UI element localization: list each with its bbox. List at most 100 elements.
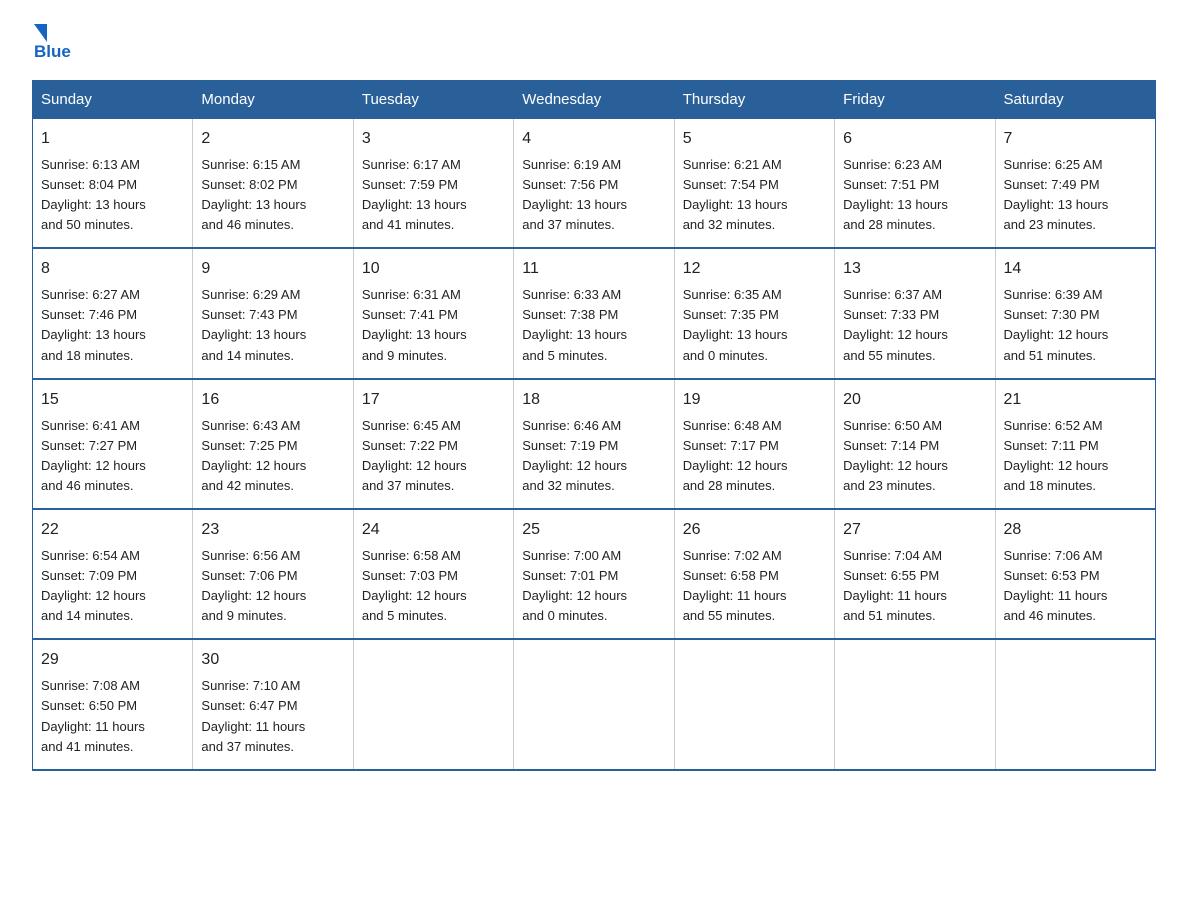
calendar-cell: 22 Sunrise: 6:54 AM Sunset: 7:09 PM Dayli… — [33, 509, 193, 639]
day-info: Sunrise: 6:50 AM Sunset: 7:14 PM Dayligh… — [843, 416, 986, 497]
calendar-cell: 14 Sunrise: 6:39 AM Sunset: 7:30 PM Dayli… — [995, 248, 1155, 378]
day-number: 11 — [522, 257, 665, 282]
day-number: 8 — [41, 257, 184, 282]
day-number: 19 — [683, 388, 826, 413]
logo-arrow-icon — [34, 24, 47, 42]
calendar-cell: 25 Sunrise: 7:00 AM Sunset: 7:01 PM Dayli… — [514, 509, 674, 639]
day-number: 16 — [201, 388, 344, 413]
calendar-cell: 20 Sunrise: 6:50 AM Sunset: 7:14 PM Dayli… — [835, 379, 995, 509]
day-number: 3 — [362, 127, 505, 152]
day-info: Sunrise: 6:43 AM Sunset: 7:25 PM Dayligh… — [201, 416, 344, 497]
calendar-cell — [835, 639, 995, 769]
day-number: 20 — [843, 388, 986, 413]
day-info: Sunrise: 7:04 AM Sunset: 6:55 PM Dayligh… — [843, 546, 986, 627]
day-info: Sunrise: 6:27 AM Sunset: 7:46 PM Dayligh… — [41, 285, 184, 366]
day-number: 30 — [201, 648, 344, 673]
day-info: Sunrise: 7:00 AM Sunset: 7:01 PM Dayligh… — [522, 546, 665, 627]
day-number: 13 — [843, 257, 986, 282]
day-info: Sunrise: 6:45 AM Sunset: 7:22 PM Dayligh… — [362, 416, 505, 497]
calendar-week-row: 1 Sunrise: 6:13 AM Sunset: 8:04 PM Daylig… — [33, 119, 1156, 249]
day-info: Sunrise: 6:48 AM Sunset: 7:17 PM Dayligh… — [683, 416, 826, 497]
day-number: 6 — [843, 127, 986, 152]
day-number: 22 — [41, 518, 184, 543]
day-info: Sunrise: 7:08 AM Sunset: 6:50 PM Dayligh… — [41, 676, 184, 757]
day-number: 24 — [362, 518, 505, 543]
day-number: 14 — [1004, 257, 1147, 282]
day-number: 9 — [201, 257, 344, 282]
day-info: Sunrise: 6:46 AM Sunset: 7:19 PM Dayligh… — [522, 416, 665, 497]
calendar-cell — [674, 639, 834, 769]
calendar-cell: 19 Sunrise: 6:48 AM Sunset: 7:17 PM Dayli… — [674, 379, 834, 509]
day-number: 12 — [683, 257, 826, 282]
day-number: 18 — [522, 388, 665, 413]
weekday-header-tuesday: Tuesday — [353, 81, 513, 119]
logo-text — [32, 24, 47, 44]
day-info: Sunrise: 6:19 AM Sunset: 7:56 PM Dayligh… — [522, 155, 665, 236]
calendar-cell: 6 Sunrise: 6:23 AM Sunset: 7:51 PM Daylig… — [835, 119, 995, 249]
day-number: 23 — [201, 518, 344, 543]
weekday-header-sunday: Sunday — [33, 81, 193, 119]
page-header: Blue — [32, 24, 1156, 62]
day-number: 15 — [41, 388, 184, 413]
weekday-header-friday: Friday — [835, 81, 995, 119]
calendar-cell: 24 Sunrise: 6:58 AM Sunset: 7:03 PM Dayli… — [353, 509, 513, 639]
calendar-table: SundayMondayTuesdayWednesdayThursdayFrid… — [32, 80, 1156, 771]
calendar-cell: 21 Sunrise: 6:52 AM Sunset: 7:11 PM Dayli… — [995, 379, 1155, 509]
calendar-cell: 30Sunrise: 7:10 AM Sunset: 6:47 PM Dayli… — [193, 639, 353, 769]
day-info: Sunrise: 6:25 AM Sunset: 7:49 PM Dayligh… — [1004, 155, 1147, 236]
day-number: 4 — [522, 127, 665, 152]
day-info: Sunrise: 6:29 AM Sunset: 7:43 PM Dayligh… — [201, 285, 344, 366]
day-info: Sunrise: 6:52 AM Sunset: 7:11 PM Dayligh… — [1004, 416, 1147, 497]
day-number: 5 — [683, 127, 826, 152]
day-info: Sunrise: 6:54 AM Sunset: 7:09 PM Dayligh… — [41, 546, 184, 627]
calendar-cell: 8 Sunrise: 6:27 AM Sunset: 7:46 PM Daylig… — [33, 248, 193, 378]
day-info: Sunrise: 6:33 AM Sunset: 7:38 PM Dayligh… — [522, 285, 665, 366]
day-number: 1 — [41, 127, 184, 152]
day-info: Sunrise: 6:13 AM Sunset: 8:04 PM Dayligh… — [41, 155, 184, 236]
logo: Blue — [32, 24, 71, 62]
calendar-cell: 16 Sunrise: 6:43 AM Sunset: 7:25 PM Dayli… — [193, 379, 353, 509]
calendar-cell: 13 Sunrise: 6:37 AM Sunset: 7:33 PM Dayli… — [835, 248, 995, 378]
calendar-cell: 26 Sunrise: 7:02 AM Sunset: 6:58 PM Dayli… — [674, 509, 834, 639]
day-info: Sunrise: 6:31 AM Sunset: 7:41 PM Dayligh… — [362, 285, 505, 366]
day-info: Sunrise: 6:39 AM Sunset: 7:30 PM Dayligh… — [1004, 285, 1147, 366]
calendar-cell: 17Sunrise: 6:45 AM Sunset: 7:22 PM Dayli… — [353, 379, 513, 509]
calendar-week-row: 29 Sunrise: 7:08 AM Sunset: 6:50 PM Dayli… — [33, 639, 1156, 769]
calendar-cell — [514, 639, 674, 769]
calendar-cell: 27 Sunrise: 7:04 AM Sunset: 6:55 PM Dayli… — [835, 509, 995, 639]
day-info: Sunrise: 6:35 AM Sunset: 7:35 PM Dayligh… — [683, 285, 826, 366]
calendar-cell: 2 Sunrise: 6:15 AM Sunset: 8:02 PM Daylig… — [193, 119, 353, 249]
calendar-cell: 12 Sunrise: 6:35 AM Sunset: 7:35 PM Dayli… — [674, 248, 834, 378]
calendar-cell: 3 Sunrise: 6:17 AM Sunset: 7:59 PM Daylig… — [353, 119, 513, 249]
day-number: 10 — [362, 257, 505, 282]
calendar-cell: 18 Sunrise: 6:46 AM Sunset: 7:19 PM Dayli… — [514, 379, 674, 509]
day-number: 21 — [1004, 388, 1147, 413]
day-number: 7 — [1004, 127, 1147, 152]
day-number: 29 — [41, 648, 184, 673]
day-info: Sunrise: 6:15 AM Sunset: 8:02 PM Dayligh… — [201, 155, 344, 236]
calendar-week-row: 8 Sunrise: 6:27 AM Sunset: 7:46 PM Daylig… — [33, 248, 1156, 378]
calendar-week-row: 22 Sunrise: 6:54 AM Sunset: 7:09 PM Dayli… — [33, 509, 1156, 639]
day-number: 2 — [201, 127, 344, 152]
calendar-cell: 1 Sunrise: 6:13 AM Sunset: 8:04 PM Daylig… — [33, 119, 193, 249]
weekday-header-thursday: Thursday — [674, 81, 834, 119]
calendar-cell: 11 Sunrise: 6:33 AM Sunset: 7:38 PM Dayli… — [514, 248, 674, 378]
day-info: Sunrise: 6:58 AM Sunset: 7:03 PM Dayligh… — [362, 546, 505, 627]
day-info: Sunrise: 6:41 AM Sunset: 7:27 PM Dayligh… — [41, 416, 184, 497]
day-number: 25 — [522, 518, 665, 543]
calendar-cell: 7 Sunrise: 6:25 AM Sunset: 7:49 PM Daylig… — [995, 119, 1155, 249]
calendar-cell: 28Sunrise: 7:06 AM Sunset: 6:53 PM Dayli… — [995, 509, 1155, 639]
calendar-cell: 5Sunrise: 6:21 AM Sunset: 7:54 PM Daylig… — [674, 119, 834, 249]
day-info: Sunrise: 7:02 AM Sunset: 6:58 PM Dayligh… — [683, 546, 826, 627]
day-info: Sunrise: 6:23 AM Sunset: 7:51 PM Dayligh… — [843, 155, 986, 236]
logo-subtitle: Blue — [34, 42, 71, 62]
day-number: 26 — [683, 518, 826, 543]
calendar-cell: 23Sunrise: 6:56 AM Sunset: 7:06 PM Dayli… — [193, 509, 353, 639]
day-info: Sunrise: 6:17 AM Sunset: 7:59 PM Dayligh… — [362, 155, 505, 236]
calendar-cell — [353, 639, 513, 769]
weekday-header-monday: Monday — [193, 81, 353, 119]
day-info: Sunrise: 6:37 AM Sunset: 7:33 PM Dayligh… — [843, 285, 986, 366]
calendar-cell: 29 Sunrise: 7:08 AM Sunset: 6:50 PM Dayli… — [33, 639, 193, 769]
day-number: 27 — [843, 518, 986, 543]
calendar-cell: 15 Sunrise: 6:41 AM Sunset: 7:27 PM Dayli… — [33, 379, 193, 509]
